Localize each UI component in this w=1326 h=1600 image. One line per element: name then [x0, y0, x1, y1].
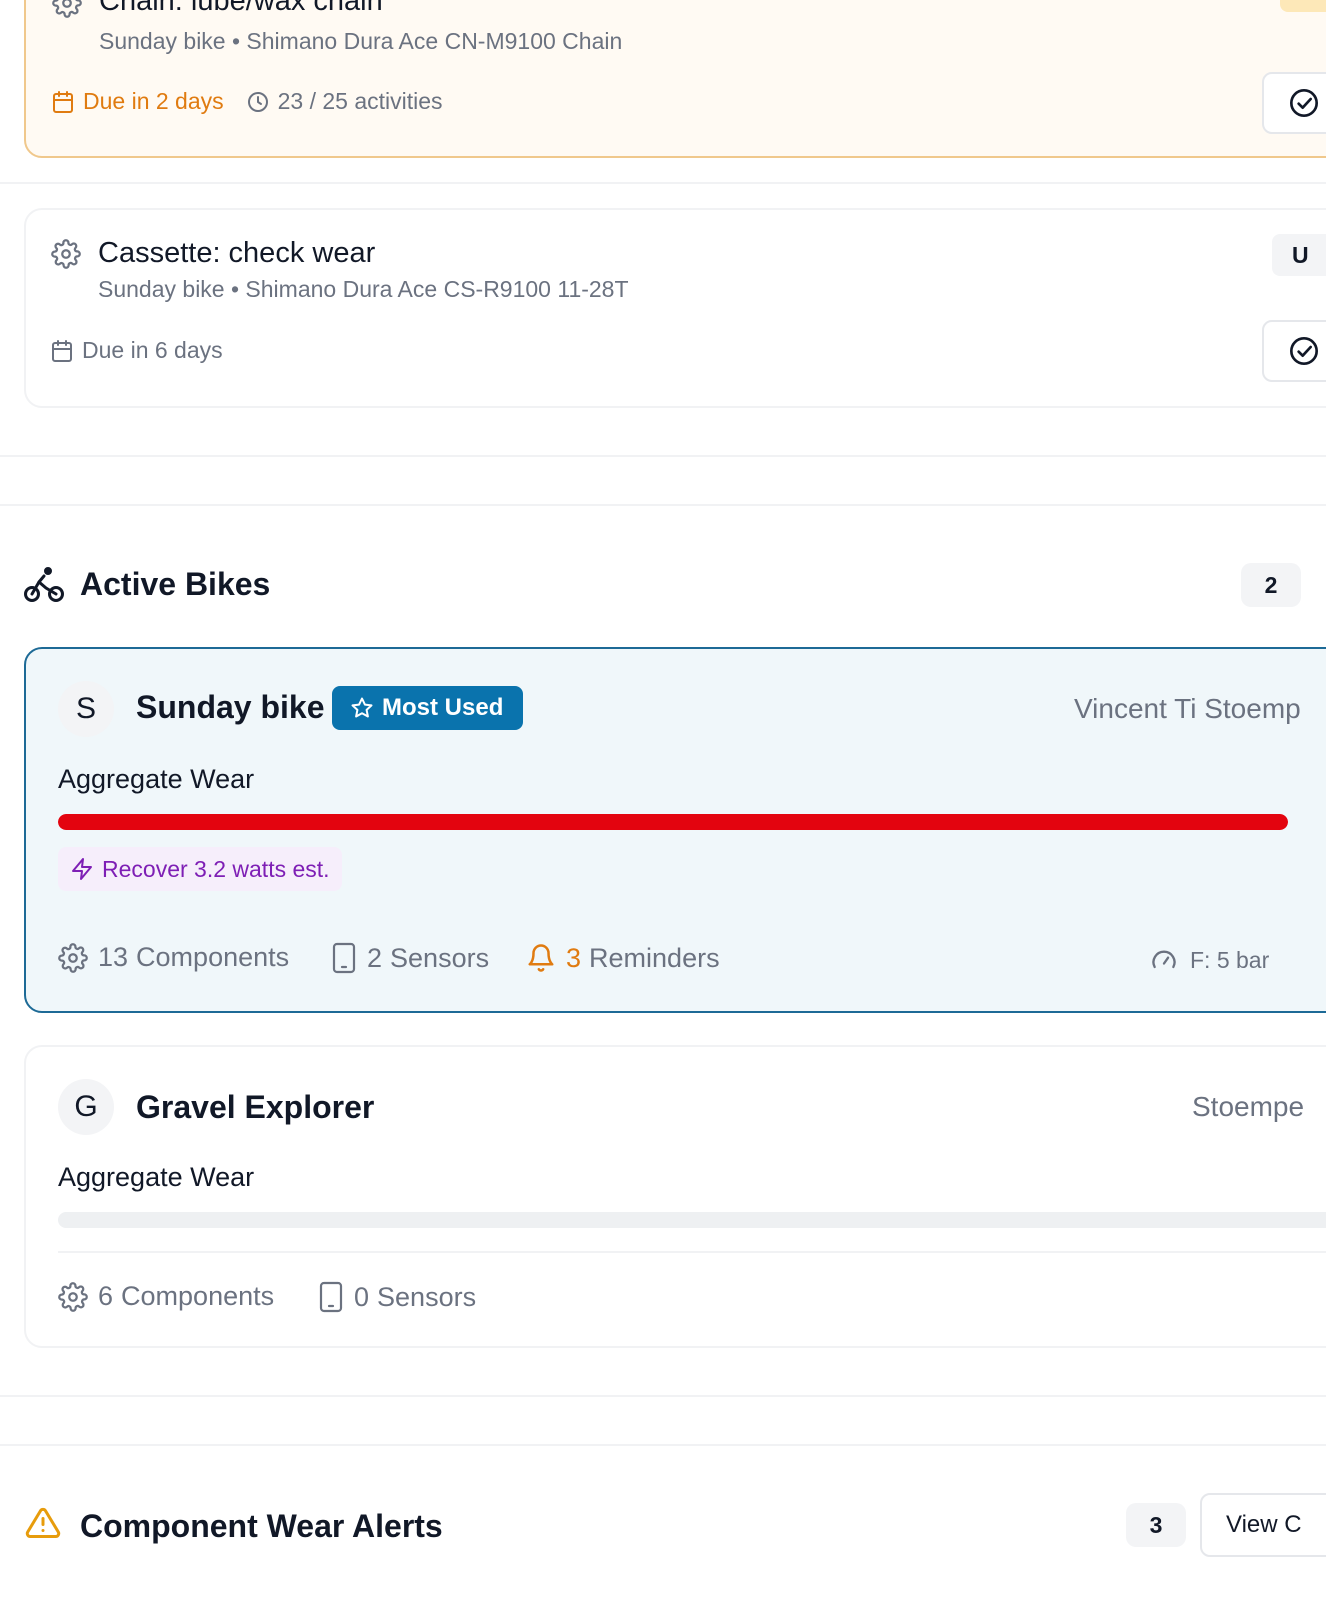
gear-icon [52, 0, 82, 18]
bike-owner: Stoempe [1192, 1091, 1305, 1122]
divider [58, 1251, 1326, 1253]
avatar: S [58, 681, 114, 737]
wear-progress-bar [58, 814, 1288, 830]
due-label: Due in 2 days 23 / 25 activities [51, 88, 443, 115]
most-used-label: Most Used [382, 694, 504, 721]
gear-icon [58, 1281, 88, 1312]
gauge-icon [1150, 946, 1178, 974]
divider [0, 455, 1326, 457]
components-label: Components [136, 942, 290, 972]
lightning-icon [70, 857, 94, 881]
check-circle-icon [1288, 87, 1320, 119]
reminder-subtitle: Sunday bike • Shimano Dura Ace CS-R9100 … [98, 276, 629, 302]
reminder-subtitle: Sunday bike • Shimano Dura Ace CN-M9100 … [99, 28, 623, 54]
gear-icon [58, 942, 88, 973]
status-badge-label: U [1292, 242, 1309, 268]
wear-progress-bar [58, 1212, 1326, 1228]
divider [0, 504, 1326, 506]
sensor-icon [331, 942, 357, 974]
bicycle-icon [24, 566, 64, 604]
alert-count-badge: 3 [1126, 1503, 1186, 1547]
due-label: Due in 6 days [50, 337, 223, 364]
components-label: Components [121, 1281, 275, 1311]
bike-owner: Vincent Ti Stoemp [1074, 693, 1301, 724]
components-count: 6 [98, 1281, 114, 1311]
wear-progress-fill [58, 814, 1288, 830]
components-count: 13 [98, 942, 129, 972]
bike-name: Gravel Explorer [136, 1089, 375, 1125]
view-all-button[interactable]: View C [1200, 1493, 1326, 1557]
sensors-count: 2 [367, 942, 383, 973]
tire-pressure: F: 5 bar [1150, 946, 1269, 974]
divider [0, 1395, 1326, 1397]
divider [0, 1444, 1326, 1446]
calendar-icon [50, 339, 74, 363]
reminder-card[interactable]: Cassette: check wear Sunday bike • Shima… [24, 208, 1326, 408]
reminders-stat[interactable]: 3 Reminders [526, 942, 720, 974]
status-badge: U [1272, 234, 1326, 276]
tire-pressure-text: F: 5 bar [1190, 946, 1270, 973]
activities-text: 23 / 25 activities [277, 88, 443, 114]
reminder-title: Cassette: check wear [98, 237, 376, 269]
most-used-badge: Most Used [332, 686, 524, 730]
sensors-label: Sensors [377, 1281, 477, 1312]
sensors-stat[interactable]: 2 Sensors [331, 942, 489, 974]
divider [0, 182, 1326, 184]
status-badge [1280, 0, 1326, 12]
sensors-count: 0 [354, 1281, 370, 1312]
components-stat[interactable]: 13 Components [58, 942, 289, 973]
reminders-label: Reminders [589, 942, 720, 973]
avatar: G [58, 1079, 114, 1135]
components-stat[interactable]: 6 Components [58, 1281, 274, 1312]
bike-card[interactable]: S Sunday bike Most Used Vincent Ti Stoem… [24, 647, 1326, 1013]
sensors-stat[interactable]: 0 Sensors [318, 1281, 476, 1313]
due-text: Due in 2 days [83, 88, 224, 114]
reminder-card[interactable]: Chain: lube/wax chain Sunday bike • Shim… [24, 0, 1326, 158]
gear-icon [51, 239, 81, 269]
check-circle-icon [1288, 335, 1320, 367]
wear-label: Aggregate Wear [58, 764, 255, 794]
due-text: Due in 6 days [82, 337, 223, 363]
sensor-icon [318, 1281, 344, 1313]
bike-card[interactable]: G Gravel Explorer Stoempe Aggregate Wear… [24, 1045, 1326, 1348]
reminders-count: 3 [566, 942, 582, 973]
section-title-wear-alerts: Component Wear Alerts [80, 1508, 443, 1544]
bike-count-badge: 2 [1241, 563, 1301, 607]
section-title-active-bikes: Active Bikes [80, 566, 271, 602]
sensors-label: Sensors [390, 942, 490, 973]
wear-label: Aggregate Wear [58, 1162, 255, 1192]
complete-button[interactable]: C [1262, 320, 1326, 382]
calendar-icon [51, 90, 75, 114]
watts-recovery-badge: Recover 3.2 watts est. [58, 847, 342, 891]
clock-icon [246, 90, 270, 114]
bell-icon [526, 942, 556, 974]
bike-name: Sunday bike [136, 689, 325, 725]
reminder-title: Chain: lube/wax chain [99, 0, 383, 17]
complete-button[interactable]: C [1262, 72, 1326, 134]
watts-text: Recover 3.2 watts est. [102, 855, 330, 882]
warning-triangle-icon [24, 1505, 62, 1541]
star-icon [350, 696, 374, 720]
